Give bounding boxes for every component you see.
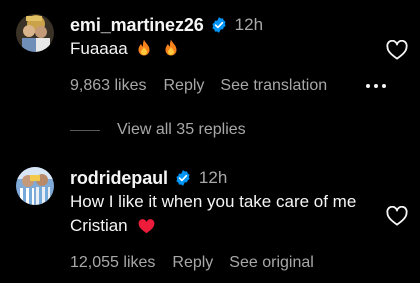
avatar[interactable] xyxy=(16,14,54,52)
verified-badge-icon xyxy=(210,16,228,34)
comment-item: emi_martinez26 12h Fuaaaa 9,863 likes Re… xyxy=(0,0,420,110)
comment-header: emi_martinez26 12h xyxy=(70,14,263,36)
fire-emoji xyxy=(163,39,179,57)
username[interactable]: emi_martinez26 xyxy=(70,15,204,36)
see-translation-button[interactable]: See translation xyxy=(220,77,327,95)
verified-badge-icon xyxy=(174,169,192,187)
see-original-button[interactable]: See original xyxy=(229,254,314,272)
dot xyxy=(366,84,370,88)
reply-button[interactable]: Reply xyxy=(172,254,213,272)
like-heart-icon[interactable] xyxy=(386,206,408,226)
comment-item: rodridepaul 12h How I like it when you t… xyxy=(0,158,420,283)
like-heart-icon[interactable] xyxy=(386,40,408,60)
avatar[interactable] xyxy=(16,167,54,205)
divider xyxy=(70,129,100,131)
dot xyxy=(382,84,386,88)
likes-count[interactable]: 9,863 likes xyxy=(70,77,147,95)
comment-meta: 9,863 likes Reply See translation xyxy=(70,76,327,96)
view-replies-label: View all 35 replies xyxy=(117,121,246,138)
comment-header: rodridepaul 12h xyxy=(70,167,227,189)
comment-text-content: Fuaaaa xyxy=(70,39,128,58)
view-replies-button[interactable]: View all 35 replies xyxy=(70,119,246,141)
reply-button[interactable]: Reply xyxy=(164,77,205,95)
dot xyxy=(374,84,378,88)
comment-text-content: How I like it when you take care of me C… xyxy=(70,192,357,235)
comment-meta: 12,055 likes Reply See original xyxy=(70,253,314,273)
username[interactable]: rodridepaul xyxy=(70,168,168,189)
comment-text: How I like it when you take care of me C… xyxy=(70,190,370,238)
red-heart-emoji xyxy=(138,219,155,234)
more-options-icon[interactable] xyxy=(366,82,390,90)
timestamp: 12h xyxy=(198,168,228,187)
likes-count[interactable]: 12,055 likes xyxy=(70,254,155,272)
fire-emoji xyxy=(136,39,152,57)
comment-text: Fuaaaa xyxy=(70,37,370,61)
timestamp: 12h xyxy=(234,15,264,34)
